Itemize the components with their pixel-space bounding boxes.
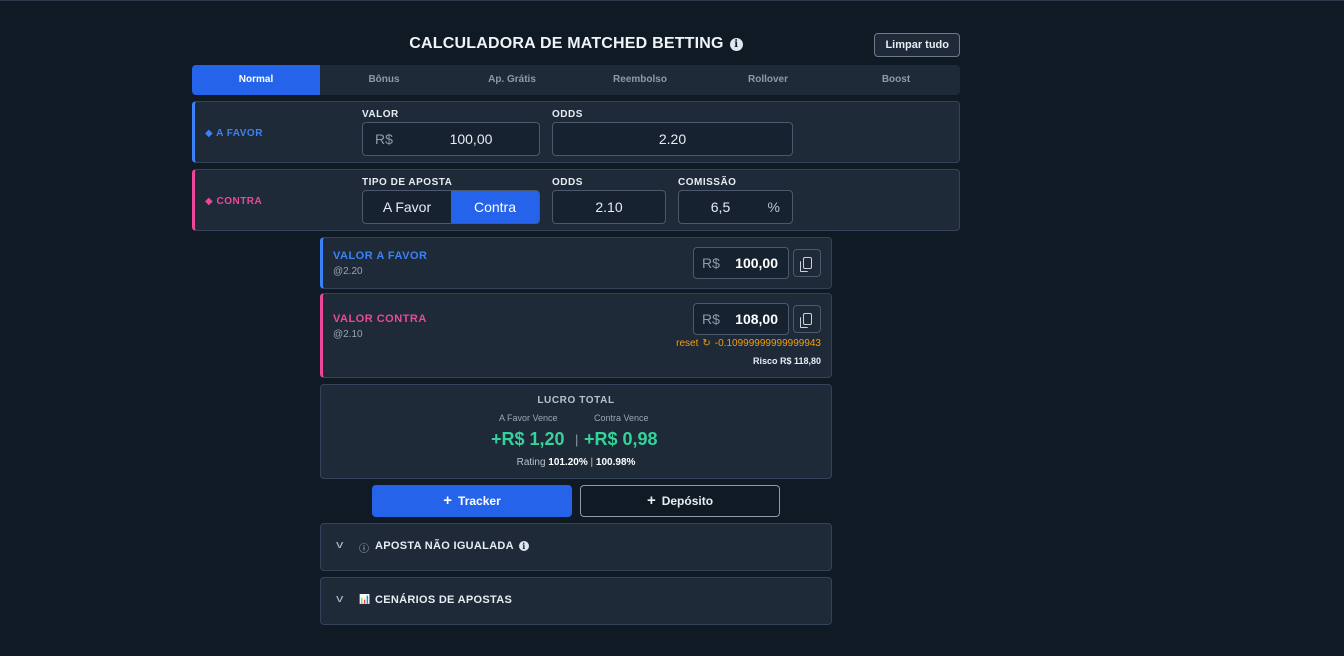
contra-panel: ◆ CONTRA TIPO DE APOSTA A Favor Contra O… (192, 169, 960, 231)
page-title: CALCULADORA DE MATCHED BETTING i (192, 35, 960, 53)
favor-profit: +R$ 1,20 (491, 429, 565, 449)
copy-favor-button[interactable] (793, 249, 821, 277)
header: CALCULADORA DE MATCHED BETTING i Limpar t… (192, 33, 960, 57)
favor-panel: ◆ A FAVOR VALOR R$ 100,00 ODDS 2.20 (192, 101, 960, 163)
currency-prefix: R$ (702, 311, 720, 327)
tab-boost[interactable]: Boost (832, 65, 960, 95)
profit-separator: | (575, 432, 579, 447)
reset-icon[interactable]: ↻ (702, 338, 710, 349)
favor-odds-label: ODDS (552, 109, 583, 120)
tipo-a-favor-option[interactable]: A Favor (363, 191, 451, 223)
percent-suffix: % (767, 199, 780, 215)
rating-favor: 101.20% (548, 457, 588, 468)
tab-reembolso[interactable]: Reembolso (576, 65, 704, 95)
contra-wins-label: Contra Vence (594, 413, 649, 423)
chevron-down-icon: v (336, 539, 344, 551)
diff-value: -0.10999999999999943 (714, 338, 821, 349)
copy-icon (800, 313, 812, 328)
plus-icon: + (646, 492, 656, 509)
result-favor-amount: R$ 100,00 (693, 247, 789, 279)
result-favor-card: VALOR A FAVOR @2.20 R$ 100,00 (320, 237, 832, 289)
chevron-down-icon: v (336, 593, 344, 605)
copy-contra-button[interactable] (793, 305, 821, 333)
rating-contra: 100.98% (595, 457, 636, 468)
tracker-button[interactable]: + Tracker (372, 485, 572, 517)
contra-odds-input[interactable]: 2.10 (552, 190, 666, 224)
currency-prefix: R$ (375, 131, 393, 147)
rating-label: Rating (516, 457, 546, 468)
contra-profit: +R$ 0,98 (584, 429, 658, 449)
tab-rollover[interactable]: Rollover (704, 65, 832, 95)
tab-bonus[interactable]: Bônus (320, 65, 448, 95)
reset-link[interactable]: reset (676, 338, 698, 349)
comissao-label: COMISSÃO (678, 177, 737, 188)
tab-normal[interactable]: Normal (192, 65, 320, 95)
accordion-aposta-nao-igualada[interactable]: v ⓘ APOSTA NÃO IGUALADA i (320, 523, 832, 571)
tipo-aposta-label: TIPO DE APOSTA (362, 177, 453, 188)
accordion-cenarios-de-apostas[interactable]: v 📊 CENÁRIOS DE APOSTAS (320, 577, 832, 625)
deposito-label: Depósito (661, 494, 714, 508)
plus-icon: + (443, 492, 453, 509)
tracker-label: Tracker (458, 494, 501, 508)
result-favor-title: VALOR A FAVOR (333, 250, 428, 262)
result-contra-card: VALOR CONTRA @2.10 R$ 108,00 reset ↻ -0.10… (320, 293, 832, 378)
contra-odds-label: ODDS (552, 177, 583, 188)
profit-card: LUCRO TOTAL A Favor Vence Contra Vence +… (320, 384, 832, 479)
rating-row: Rating 101.20% | 100.98% (321, 457, 831, 468)
reset-row: reset ↻ -0.10999999999999943 (676, 338, 821, 349)
favor-odds-input[interactable]: 2.20 (552, 122, 793, 156)
favor-odds-value: 2.20 (658, 131, 687, 147)
rating-separator: | (587, 457, 596, 468)
tipo-contra-option[interactable]: Contra (451, 191, 539, 223)
chart-icon: 📊 (359, 594, 371, 604)
info-icon[interactable]: i (518, 541, 529, 551)
contra-odds-value: 2.10 (595, 199, 623, 215)
title-text: CALCULADORA DE MATCHED BETTING (409, 35, 724, 52)
result-contra-amount: R$ 108,00 (693, 303, 789, 335)
comissao-value: 6,5 (710, 199, 731, 215)
accordion-label-text: APOSTA NÃO IGUALADA (375, 540, 514, 552)
currency-prefix: R$ (702, 255, 720, 271)
profit-title: LUCRO TOTAL (537, 395, 615, 406)
info-icon[interactable]: i (729, 38, 743, 51)
copy-icon (800, 257, 812, 272)
result-contra-odds: @2.10 (333, 329, 363, 340)
result-contra-value: 108,00 (735, 311, 778, 327)
mode-tabs: Normal Bônus Ap. Grátis Reembolso Rollov… (192, 65, 960, 95)
clear-all-button[interactable]: Limpar tudo (874, 33, 960, 57)
contra-label: ◆ CONTRA (205, 196, 263, 207)
valor-label: VALOR (362, 109, 399, 120)
favor-wins-label: A Favor Vence (499, 413, 558, 423)
risk-text: Risco R$ 118,80 (752, 356, 821, 366)
accordion-label: CENÁRIOS DE APOSTAS (375, 594, 513, 606)
valor-input[interactable]: R$ 100,00 (362, 122, 540, 156)
result-favor-odds: @2.20 (333, 266, 363, 277)
info-circle-icon: ⓘ (359, 544, 369, 555)
comissao-input[interactable]: 6,5 % (678, 190, 793, 224)
tipo-aposta-toggle: A Favor Contra (362, 190, 540, 224)
accordion-label: APOSTA NÃO IGUALADA i (375, 540, 529, 552)
favor-label: ◆ A FAVOR (205, 128, 263, 139)
result-contra-title: VALOR CONTRA (333, 313, 427, 325)
tab-aposta-gratis[interactable]: Ap. Grátis (448, 65, 576, 95)
valor-value: 100,00 (449, 131, 493, 147)
result-favor-value: 100,00 (735, 255, 778, 271)
deposito-button[interactable]: + Depósito (580, 485, 780, 517)
